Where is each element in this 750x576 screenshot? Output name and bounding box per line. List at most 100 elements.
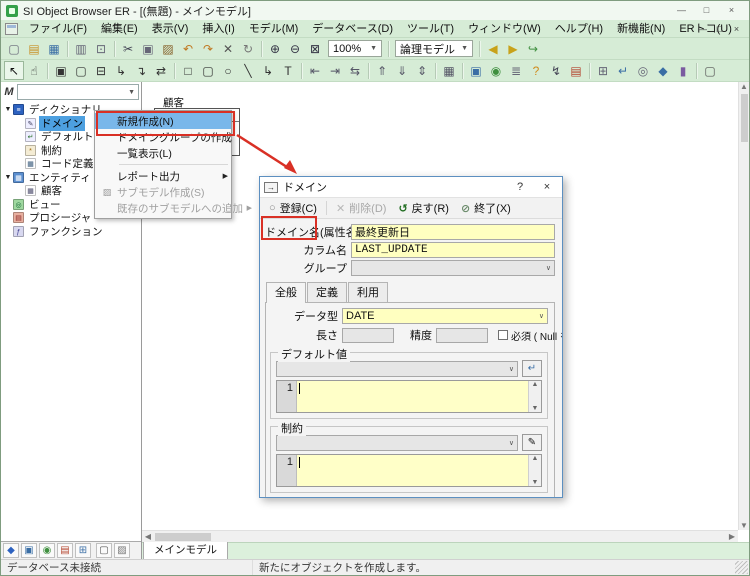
revert-all-icon[interactable]: ↻ — [238, 39, 258, 58]
subtype-entity-tool-icon[interactable]: ▢ — [71, 61, 91, 80]
minimize-button[interactable]: — — [669, 2, 694, 19]
ctx-list-view[interactable]: 一覧表示(L) — [95, 145, 231, 161]
print-icon[interactable]: ▥ — [71, 39, 91, 58]
menu-edit[interactable]: 編集(E) — [94, 20, 145, 38]
menu-file[interactable]: ファイル(F) — [22, 20, 94, 38]
sequence-object-icon[interactable]: ≣ — [506, 61, 526, 80]
procedure-object-icon[interactable]: ▤ — [566, 61, 586, 80]
vertical-scrollbar[interactable]: ▲ ▼ — [738, 82, 749, 530]
panel-tab-image[interactable]: ▨ — [114, 543, 130, 558]
mdi-close-button[interactable]: × — [728, 22, 745, 36]
default-value-textarea[interactable]: 1 ▲▼ — [276, 380, 542, 413]
delete-icon[interactable]: ✕ — [218, 39, 238, 58]
group-select[interactable]: ∨ — [351, 260, 555, 276]
vertical-scroll-thumb[interactable] — [741, 94, 748, 142]
expander-icon[interactable]: ▼ — [3, 106, 13, 113]
ctx-add-to-submodel[interactable]: 既存のサブモデルへの追加 ▶ — [95, 200, 231, 216]
default-value-select[interactable]: ∨ — [276, 361, 518, 377]
redo-icon[interactable]: ↷ — [198, 39, 218, 58]
length-field[interactable] — [342, 328, 394, 343]
panel-tab-dictionary[interactable]: ◆ — [3, 543, 19, 558]
precision-field[interactable] — [436, 328, 488, 343]
er-navigation-icon[interactable]: ↪ — [523, 39, 543, 58]
ctx-create-submodel[interactable]: ▨ サブモデル作成(S) — [95, 184, 231, 200]
tab-main-model[interactable]: メインモデル — [143, 540, 228, 559]
constraint-select[interactable]: ∨ — [276, 435, 518, 451]
align-vertical-icon[interactable]: ⇕ — [412, 61, 432, 80]
menu-help[interactable]: ヘルプ(H) — [548, 20, 610, 38]
cut-icon[interactable]: ✂ — [118, 39, 138, 58]
align-bottom-icon[interactable]: ⇓ — [392, 61, 412, 80]
table-object-icon[interactable]: ▣ — [466, 61, 486, 80]
required-checkbox[interactable] — [498, 330, 508, 340]
ellipse-tool-icon[interactable]: ○ — [218, 61, 238, 80]
ctx-report-output[interactable]: レポート出力 ▶ — [95, 168, 231, 184]
ctx-new[interactable]: 新規作成(N) — [95, 113, 231, 129]
tab-definition[interactable]: 定義 — [307, 282, 347, 302]
datatype-select[interactable]: DATE ∨ — [342, 308, 548, 324]
exit-button[interactable]: ⊘ 終了(X) — [456, 198, 516, 218]
copy-icon[interactable]: ▣ — [138, 39, 158, 58]
scroll-up-icon[interactable]: ▲ — [738, 82, 749, 91]
pan-tool-icon[interactable]: ☝ — [24, 61, 44, 80]
panel-tab-view[interactable]: ◉ — [39, 543, 55, 558]
dialog-close-button[interactable]: × — [536, 181, 558, 193]
print-preview-icon[interactable]: ⊡ — [91, 39, 111, 58]
scroll-down-icon[interactable]: ▼ — [532, 405, 539, 412]
scroll-down-icon[interactable]: ▼ — [532, 479, 539, 486]
tab-general[interactable]: 全般 — [266, 282, 306, 303]
enter-shape-icon[interactable]: ↵ — [613, 61, 633, 80]
domain-shape-icon[interactable]: ◎ — [633, 61, 653, 80]
zoom-select[interactable]: 100% ▼ — [328, 40, 382, 57]
scroll-left-icon[interactable]: ◀ — [142, 532, 154, 541]
horizontal-scroll-thumb[interactable] — [155, 533, 211, 541]
zoom-in-icon[interactable]: ⊕ — [265, 39, 285, 58]
non-identifying-relation-tool-icon[interactable]: ↴ — [131, 61, 151, 80]
dictionary-shape-icon[interactable]: ◆ — [653, 61, 673, 80]
panel-tab-function[interactable]: ⊞ — [75, 543, 91, 558]
text-tool-icon[interactable]: T — [278, 61, 298, 80]
align-top-icon[interactable]: ⇑ — [372, 61, 392, 80]
scroll-up-icon[interactable]: ▲ — [532, 455, 539, 462]
constraint-textarea[interactable]: 1 ▲▼ — [276, 454, 542, 487]
rounded-rect-tool-icon[interactable]: ▢ — [198, 61, 218, 80]
tab-usage[interactable]: 利用 — [348, 282, 388, 302]
horizontal-scrollbar[interactable]: ◀ ▶ — [142, 530, 738, 542]
menu-view[interactable]: 表示(V) — [145, 20, 196, 38]
zoom-fit-icon[interactable]: ⊠ — [305, 39, 325, 58]
revert-button[interactable]: ↺ 戻す(R) — [393, 198, 454, 218]
subtype-shape-icon[interactable]: ⊞ — [593, 61, 613, 80]
menu-insert[interactable]: 挿入(I) — [195, 20, 241, 38]
dependent-entity-tool-icon[interactable]: ⊟ — [91, 61, 111, 80]
model-type-select[interactable]: 論理モデル ▼ — [395, 40, 473, 57]
panel-tab-entity[interactable]: ▣ — [21, 543, 37, 558]
search-input[interactable]: ▼ — [17, 84, 139, 100]
menu-database[interactable]: データベース(D) — [305, 20, 400, 38]
undo-icon[interactable]: ↶ — [178, 39, 198, 58]
tree-item-function[interactable]: ƒ ファンクション — [1, 225, 141, 239]
entity-tool-icon[interactable]: ▣ — [51, 61, 71, 80]
save-icon[interactable]: ▦ — [44, 39, 64, 58]
default-value-edit-button[interactable]: ↵ — [522, 360, 542, 377]
textarea-scrollbar[interactable]: ▲▼ — [528, 455, 541, 486]
close-button[interactable]: × — [719, 2, 744, 19]
menu-model[interactable]: モデル(M) — [242, 20, 306, 38]
maximize-button[interactable]: □ — [694, 2, 719, 19]
resize-grip[interactable] — [735, 561, 748, 574]
select-tool-icon[interactable]: ↖ — [4, 61, 24, 80]
domain-name-field[interactable]: 最終更新日 — [351, 224, 555, 240]
menu-tools[interactable]: ツール(T) — [400, 20, 461, 38]
polyline-tool-icon[interactable]: ↳ — [258, 61, 278, 80]
register-button[interactable]: ○ 登録(C) — [264, 198, 322, 218]
paste-icon[interactable]: ▨ — [158, 39, 178, 58]
new-icon[interactable]: ▢ — [4, 39, 24, 58]
mdi-restore-button[interactable]: □ — [711, 22, 728, 36]
column-name-field[interactable]: LAST_UPDATE — [351, 242, 555, 258]
view-object-icon[interactable]: ◉ — [486, 61, 506, 80]
panel-tab-note[interactable]: ▢ — [96, 543, 112, 558]
panel-tab-procedure[interactable]: ▤ — [57, 543, 73, 558]
prev-model-icon[interactable]: ◀ — [483, 39, 503, 58]
synonym-object-icon[interactable]: ? — [526, 61, 546, 80]
comment-shape-icon[interactable]: ▢ — [700, 61, 720, 80]
textarea-scrollbar[interactable]: ▲▼ — [528, 381, 541, 412]
